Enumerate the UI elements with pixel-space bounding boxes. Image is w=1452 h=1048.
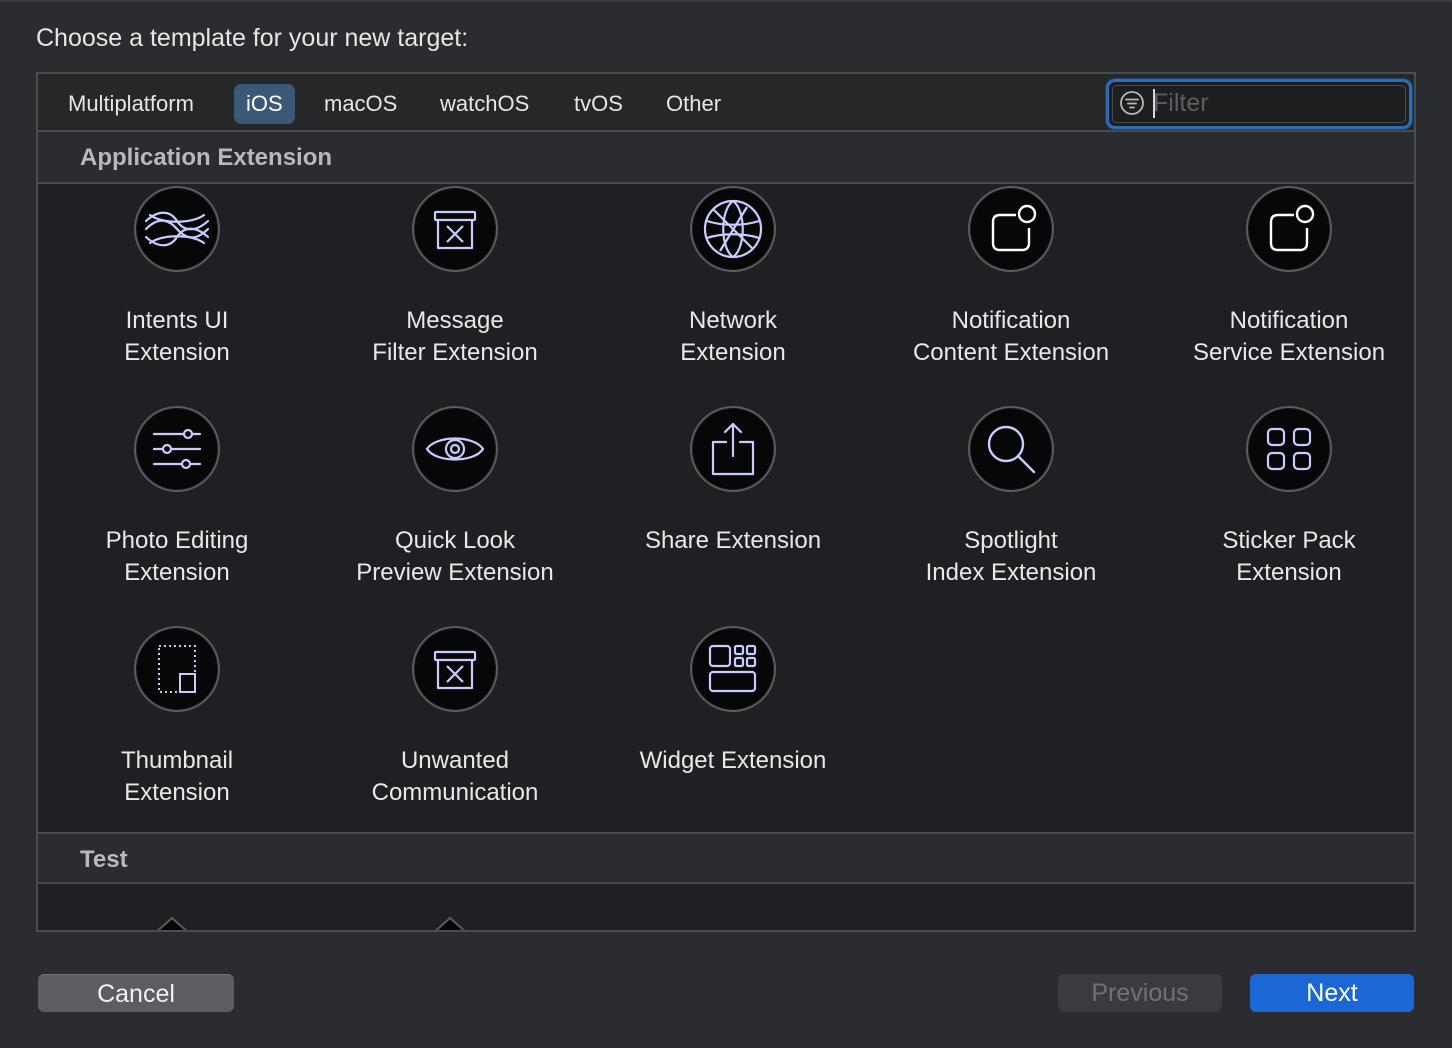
- template-photo-editing-extension[interactable]: Photo Editing Extension: [38, 406, 316, 626]
- template-intents-ui-extension[interactable]: Intents UI Extension: [38, 186, 316, 406]
- template-share-extension[interactable]: Share Extension: [594, 406, 872, 626]
- tab-ios[interactable]: iOS: [234, 84, 295, 124]
- unwanted-communication-icon: [412, 626, 498, 712]
- quick-look-eye-icon: [412, 406, 498, 492]
- next-button[interactable]: Next: [1250, 974, 1414, 1012]
- message-filter-icon: [412, 186, 498, 272]
- network-globe-icon: [690, 186, 776, 272]
- template-label: Photo Editing Extension: [105, 527, 249, 586]
- section-title: Test: [80, 846, 128, 873]
- text-cursor: [1153, 89, 1155, 118]
- template-sticker-pack-extension[interactable]: Sticker Pack Extension: [1150, 406, 1414, 626]
- section-header-test: Test: [38, 832, 1414, 884]
- template-label: Thumbnail Extension: [120, 747, 234, 806]
- tab-tvos[interactable]: tvOS: [562, 84, 635, 124]
- share-icon: [690, 406, 776, 492]
- template-spotlight-index-extension[interactable]: Spotlight Index Extension: [872, 406, 1150, 626]
- tab-multiplatform[interactable]: Multiplatform: [56, 84, 206, 124]
- tab-macos[interactable]: macOS: [312, 84, 409, 124]
- template-notification-service-extension[interactable]: Notification Service Extension: [1150, 186, 1414, 406]
- tab-watchos[interactable]: watchOS: [428, 84, 541, 124]
- template-label: Widget Extension: [639, 747, 827, 774]
- filter-input[interactable]: [1153, 88, 1393, 118]
- template-widget-extension[interactable]: Widget Extension: [594, 626, 872, 846]
- dialog-prompt: Choose a template for your new target:: [36, 24, 469, 52]
- filter-icon: [1119, 90, 1145, 116]
- previous-button[interactable]: Previous: [1058, 974, 1222, 1012]
- thumbnail-icon: [134, 626, 220, 712]
- spotlight-magnifier-icon: [968, 406, 1054, 492]
- template-label: Quick Look Preview Extension: [356, 527, 554, 586]
- test-template-icon-partial: [434, 916, 466, 930]
- template-label: Network Extension: [680, 307, 786, 366]
- template-label: Unwanted Communication: [371, 747, 539, 806]
- template-unwanted-communication[interactable]: Unwanted Communication: [316, 626, 594, 846]
- intents-ui-icon: [134, 186, 220, 272]
- window-top-border: [0, 0, 1452, 2]
- test-template-icon-partial: [156, 916, 188, 930]
- template-label: Notification Content Extension: [912, 307, 1110, 366]
- notification-service-icon: [1246, 186, 1332, 272]
- template-label: Message Filter Extension: [372, 307, 538, 366]
- template-notification-content-extension[interactable]: Notification Content Extension: [872, 186, 1150, 406]
- template-label: Notification Service Extension: [1192, 307, 1386, 366]
- notification-content-icon: [968, 186, 1054, 272]
- photo-editing-sliders-icon: [134, 406, 220, 492]
- template-label: Intents UI Extension: [124, 307, 230, 366]
- template-label: Spotlight Index Extension: [925, 527, 1097, 586]
- cancel-button[interactable]: Cancel: [38, 974, 234, 1012]
- section-header-application-extension: Application Extension: [38, 132, 1414, 184]
- template-label: Sticker Pack Extension: [1222, 527, 1356, 586]
- template-label: Share Extension: [644, 527, 822, 554]
- platform-tab-bar: Multiplatform iOS macOS watchOS tvOS Oth…: [38, 74, 1414, 132]
- template-browser: Multiplatform iOS macOS watchOS tvOS Oth…: [36, 72, 1416, 932]
- sticker-pack-grid-icon: [1246, 406, 1332, 492]
- filter-field[interactable]: [1106, 79, 1412, 129]
- template-network-extension[interactable]: Network Extension: [594, 186, 872, 406]
- template-thumbnail-extension[interactable]: Thumbnail Extension: [38, 626, 316, 846]
- template-message-filter-extension[interactable]: Message Filter Extension: [316, 186, 594, 406]
- template-quick-look-preview-extension[interactable]: Quick Look Preview Extension: [316, 406, 594, 626]
- widget-icon: [690, 626, 776, 712]
- section-title: Application Extension: [80, 144, 333, 171]
- tab-other[interactable]: Other: [654, 84, 733, 124]
